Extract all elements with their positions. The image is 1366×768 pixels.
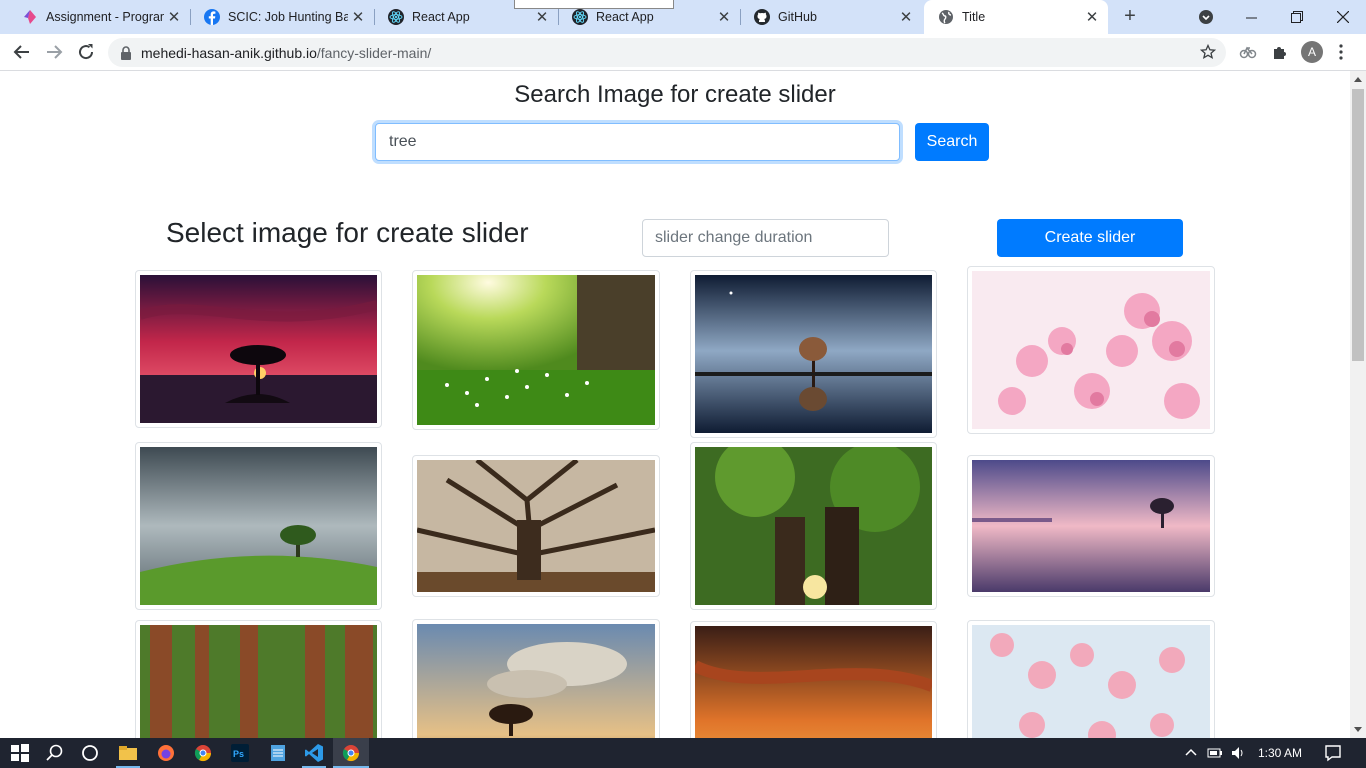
photoshop-icon[interactable]: Ps	[230, 743, 250, 763]
duration-input[interactable]	[642, 219, 889, 257]
minimize-icon	[1245, 17, 1257, 18]
select-heading: Select image for create slider	[166, 217, 529, 248]
windows-taskbar: Ps 1:30 AM	[0, 738, 1366, 768]
react-icon	[572, 9, 588, 25]
notification-icon[interactable]	[1324, 744, 1342, 762]
restore-button[interactable]	[1274, 0, 1320, 34]
image-bare-tree-roots	[417, 460, 655, 592]
close-icon[interactable]: ✕	[532, 8, 552, 26]
image-thumb-redwood-forest[interactable]	[135, 620, 382, 738]
url-text: mehedi-hasan-anik.github.io/fancy-slider…	[141, 45, 431, 61]
image-purple-lake-tree	[972, 460, 1210, 592]
github-icon	[754, 9, 770, 25]
image-thumb-red-sky-tree[interactable]	[135, 270, 382, 428]
tab-title: Assignment - Program	[46, 10, 164, 24]
back-icon[interactable]	[10, 40, 34, 64]
volume-icon[interactable]	[1230, 745, 1246, 761]
react-icon	[388, 9, 404, 25]
vscode-icon[interactable]	[304, 743, 324, 763]
lock-icon	[121, 45, 131, 60]
svg-text:Ps: Ps	[233, 749, 244, 759]
tab-title: GitHub	[778, 10, 817, 24]
profile-avatar[interactable]: A	[1301, 41, 1323, 63]
close-icon[interactable]: ✕	[164, 8, 184, 26]
firefox-icon[interactable]	[156, 743, 176, 763]
close-icon[interactable]: ✕	[896, 8, 916, 26]
facebook-icon	[204, 9, 220, 25]
file-explorer-icon[interactable]	[118, 743, 138, 763]
image-thumb-pink-blossom[interactable]	[967, 266, 1215, 434]
tab-title: SCIC: Job Hunting Batt	[228, 10, 348, 24]
close-window-button[interactable]	[1320, 0, 1366, 34]
image-cloud-sunset-tree	[417, 624, 655, 738]
minimize-button[interactable]	[1228, 0, 1274, 34]
image-red-sky-tree	[140, 275, 377, 423]
create-slider-button[interactable]: Create slider	[997, 219, 1183, 257]
taskbar-clock[interactable]: 1:30 AM	[1258, 746, 1302, 760]
chrome-icon[interactable]	[193, 743, 213, 763]
image-tree-reflection-night	[695, 275, 932, 433]
battery-icon[interactable]	[1207, 745, 1223, 761]
browser-toolbar: mehedi-hasan-anik.github.io/fancy-slider…	[0, 34, 1366, 71]
address-bar[interactable]: mehedi-hasan-anik.github.io/fancy-slider…	[108, 38, 1226, 67]
new-tab-button[interactable]: +	[1118, 5, 1142, 29]
tab-facebook[interactable]: SCIC: Job Hunting Batt ✕	[190, 0, 375, 34]
scroll-down-arrow[interactable]	[1354, 727, 1362, 732]
program-hub-icon	[24, 10, 36, 24]
search-input[interactable]	[375, 123, 900, 161]
task-view-icon[interactable]	[80, 743, 100, 763]
extension-cycle-icon[interactable]	[1239, 43, 1257, 61]
image-orange-sunset-sky	[695, 626, 932, 738]
image-thumb-bare-tree-roots[interactable]	[412, 455, 660, 597]
bookmark-star-icon[interactable]	[1200, 44, 1216, 60]
close-icon	[1337, 11, 1349, 23]
scroll-thumb[interactable]	[1352, 89, 1364, 361]
windows-start-icon[interactable]	[10, 743, 30, 763]
search-icon[interactable]	[45, 743, 65, 763]
image-redwood-forest	[140, 625, 377, 738]
close-icon[interactable]: ✕	[348, 8, 368, 26]
image-thumb-sunlit-meadow[interactable]	[412, 270, 660, 430]
tab-title: Title	[962, 10, 986, 24]
search-heading: Search Image for create slider	[514, 81, 836, 108]
url-path: /fancy-slider-main/	[316, 44, 432, 61]
chrome-active-icon[interactable]	[341, 743, 361, 763]
image-storm-tree-hill	[140, 447, 377, 605]
tab-search-icon[interactable]	[1198, 9, 1214, 25]
close-icon[interactable]: ✕	[714, 8, 734, 26]
image-sunlit-meadow	[417, 275, 655, 425]
image-thumb-green-forest-tree[interactable]	[690, 442, 937, 610]
tab-title: React App	[596, 10, 654, 24]
image-thumb-orange-sunset-sky[interactable]	[690, 621, 937, 738]
image-green-forest-tree	[695, 447, 932, 605]
menu-dots-icon[interactable]	[1338, 43, 1344, 61]
image-cherry-blossom-sky	[972, 625, 1210, 738]
restore-icon	[1291, 11, 1303, 23]
image-thumb-cloud-sunset-tree[interactable]	[412, 619, 660, 738]
image-thumb-cherry-blossom-sky[interactable]	[967, 620, 1215, 738]
tooltip-remnant	[514, 0, 674, 9]
notepad-icon[interactable]	[268, 743, 288, 763]
page-scrollbar[interactable]	[1350, 71, 1366, 738]
chevron-up-icon[interactable]	[1183, 745, 1199, 761]
tab-github[interactable]: GitHub ✕	[740, 0, 922, 34]
page-content: Search Image for create slider Search Se…	[0, 71, 1350, 738]
image-pink-blossom	[972, 271, 1210, 429]
tab-title-active[interactable]: Title ✕	[924, 0, 1108, 34]
tab-title: React App	[412, 10, 470, 24]
tab-strip: Assignment - Program ✕ SCIC: Job Hunting…	[0, 0, 1366, 34]
tab-assignment[interactable]: Assignment - Program ✕	[8, 0, 191, 34]
scroll-up-arrow[interactable]	[1354, 77, 1362, 82]
image-thumb-purple-lake-tree[interactable]	[967, 455, 1215, 597]
reload-icon[interactable]	[74, 40, 98, 64]
globe-icon	[939, 10, 953, 24]
url-host: mehedi-hasan-anik.github.io	[141, 44, 317, 61]
extensions-puzzle-icon[interactable]	[1271, 43, 1289, 61]
image-thumb-tree-reflection-night[interactable]	[690, 270, 937, 438]
forward-icon[interactable]	[42, 40, 66, 64]
image-thumb-storm-tree-hill[interactable]	[135, 442, 382, 610]
search-button[interactable]: Search	[915, 123, 989, 161]
close-icon[interactable]: ✕	[1082, 8, 1102, 26]
